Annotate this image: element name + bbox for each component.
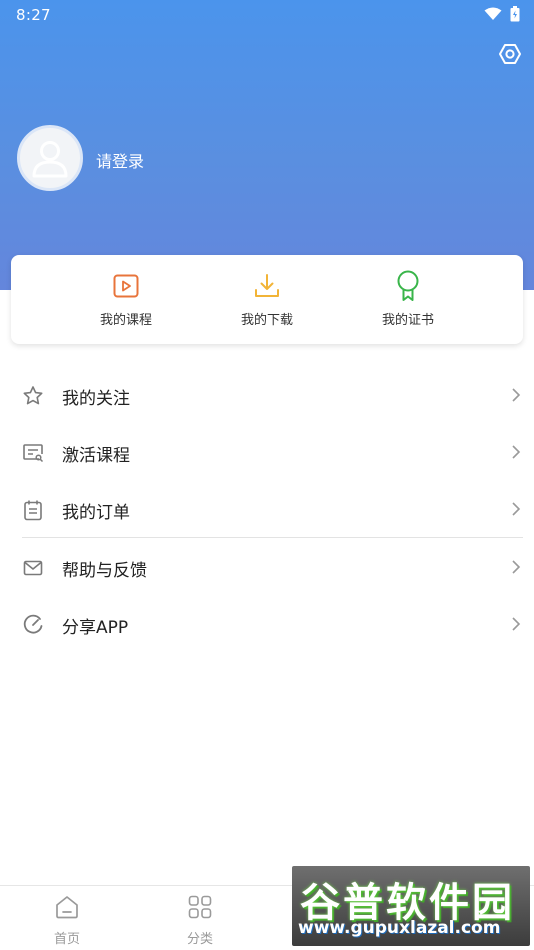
- play-video-icon: [113, 274, 139, 298]
- menu-item-help-feedback[interactable]: 帮助与反馈: [0, 538, 534, 595]
- nav-tab-home[interactable]: 首页: [27, 894, 107, 947]
- star-icon: [23, 386, 43, 405]
- login-link[interactable]: 请登录: [96, 148, 144, 172]
- mail-icon: [23, 560, 43, 576]
- menu-item-favorites[interactable]: 我的关注: [0, 366, 534, 423]
- my-downloads-label: 我的下载: [240, 313, 293, 328]
- nav-tab-category[interactable]: 分类: [160, 894, 240, 947]
- watermark-logo: 谷普软件园 www.gupuxlazal.com: [292, 866, 530, 946]
- my-courses-label: 我的课程: [99, 313, 152, 328]
- wifi-icon: [484, 7, 502, 20]
- menu-item-label: 激活课程: [62, 446, 130, 466]
- home-icon: [56, 896, 78, 919]
- chevron-right-icon: [512, 388, 521, 402]
- certificate-icon: [397, 270, 419, 301]
- status-bar: 8:27: [0, 0, 534, 30]
- settings-button[interactable]: [498, 42, 522, 66]
- settings-menu: 我的关注 激活课程 我的订单 帮助与反馈 分享APP: [0, 366, 534, 652]
- my-downloads-button[interactable]: 我的下载: [217, 271, 317, 328]
- my-certificates-label: 我的证书: [381, 313, 434, 328]
- menu-item-label: 帮助与反馈: [62, 561, 147, 581]
- menu-item-my-orders[interactable]: 我的订单: [0, 480, 534, 537]
- menu-item-label: 我的关注: [62, 389, 130, 409]
- share-icon: [23, 614, 43, 634]
- download-icon: [255, 274, 279, 297]
- my-certificates-button[interactable]: 我的证书: [358, 270, 458, 328]
- menu-item-label: 我的订单: [62, 503, 130, 523]
- order-icon: [24, 500, 42, 521]
- battery-icon: [510, 6, 520, 22]
- status-time: 8:27: [16, 6, 51, 24]
- grid-icon: [188, 895, 212, 919]
- user-avatar-icon: [32, 141, 68, 178]
- chevron-right-icon: [512, 445, 521, 459]
- quick-actions-card: 我的课程 我的下载 我的证书: [11, 255, 523, 344]
- settings-icon: [499, 44, 521, 64]
- nav-tab-label: 分类: [186, 932, 213, 947]
- avatar[interactable]: [17, 125, 83, 191]
- chevron-right-icon: [512, 502, 521, 516]
- menu-item-label: 分享APP: [62, 618, 129, 638]
- menu-item-activate-course[interactable]: 激活课程: [0, 423, 534, 480]
- chevron-right-icon: [512, 560, 521, 574]
- status-icons: [484, 6, 520, 22]
- my-courses-button[interactable]: 我的课程: [76, 271, 176, 328]
- watermark-url: www.gupuxlazal.com: [298, 918, 501, 938]
- menu-item-share-app[interactable]: 分享APP: [0, 595, 534, 652]
- nav-tab-label: 首页: [53, 932, 80, 947]
- chevron-right-icon: [512, 617, 521, 631]
- activate-icon: [23, 444, 44, 463]
